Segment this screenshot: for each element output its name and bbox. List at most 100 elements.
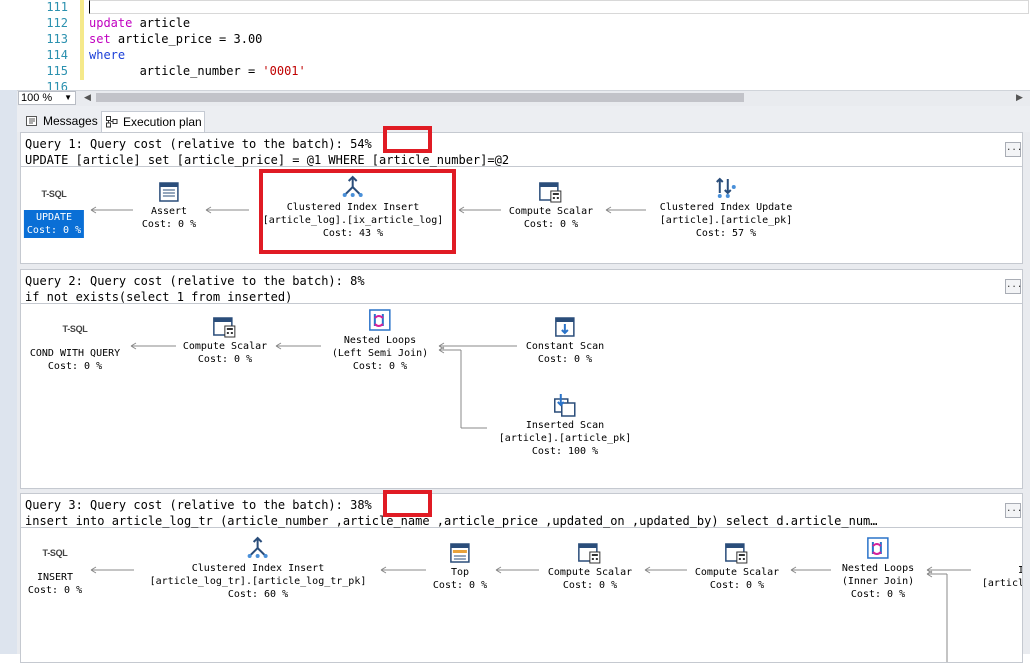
plan-node-update[interactable]: T-SQL UPDATE Cost: 0 %	[23, 188, 85, 238]
plan-node-compute-scalar[interactable]: Compute Scalar Cost: 0 %	[695, 542, 779, 592]
nested-loops-icon	[369, 309, 391, 331]
messages-icon	[26, 116, 37, 126]
line-number: 112	[46, 16, 68, 30]
chevron-down-icon: ▼	[64, 93, 72, 102]
code-text: article_number =	[139, 64, 263, 78]
compute-scalar-icon	[213, 317, 236, 338]
line-number: 116	[46, 80, 68, 90]
node-name: UPDATE	[35, 212, 73, 223]
nested-loops-icon	[867, 537, 889, 559]
clustered-index-insert-icon	[248, 536, 268, 558]
node-name: Clustered Index Update	[659, 202, 793, 213]
plan-node-clustered-index-insert[interactable]: Clustered Index Insert [article_log_tr].…	[149, 536, 367, 601]
left-margin-strip	[0, 0, 18, 654]
scroll-left-icon[interactable]: ◀	[84, 92, 91, 103]
node-cost: Cost: 0 %	[352, 361, 408, 372]
plan-node-compute-scalar[interactable]: Compute Scalar Cost: 0 %	[509, 181, 593, 231]
node-join-type: (Inner Join)	[841, 576, 915, 587]
sql-keyword: where	[89, 48, 126, 62]
plan-node-cutoff[interactable]: I [articl	[978, 564, 1023, 590]
node-name: Compute Scalar	[508, 206, 594, 217]
tab-execution-plan[interactable]: Execution plan	[101, 111, 205, 132]
query-plan-2: Query 2: Query cost (relative to the bat…	[20, 269, 1023, 489]
node-name: Nested Loops	[343, 335, 417, 346]
code-text: article_price = 3.00	[110, 32, 263, 46]
compute-scalar-icon	[539, 182, 562, 203]
tab-label: Execution plan	[123, 115, 202, 129]
node-object: [articl	[981, 578, 1023, 589]
sql-keyword: update	[89, 16, 133, 30]
node-name: Compute Scalar	[547, 567, 633, 578]
node-cost: Cost: 57 %	[695, 228, 757, 239]
zoom-select[interactable]: 100 % ▼	[18, 91, 76, 105]
line-number: 113	[46, 32, 68, 46]
node-cost: Cost: 100 %	[531, 446, 599, 457]
sql-editor[interactable]: 111 112 113 114 115 116 update article s…	[0, 0, 1030, 90]
query-plan-1: Query 1: Query cost (relative to the bat…	[20, 132, 1023, 264]
tsql-icon: T-SQL	[62, 324, 88, 334]
constant-scan-icon	[555, 317, 575, 337]
highlight-box-clustered-index-insert	[259, 169, 456, 254]
node-cost: Cost: 60 %	[227, 589, 289, 600]
node-name: COND WITH QUERY	[29, 348, 121, 359]
node-cost: Cost: 0 %	[141, 219, 197, 230]
line-number: 111	[46, 0, 68, 14]
code-line[interactable]: set article_price = 3.00	[89, 32, 262, 46]
scroll-right-icon[interactable]: ▶	[1016, 92, 1023, 103]
execution-plan-pane[interactable]: Query 1: Query cost (relative to the bat…	[17, 132, 1030, 663]
node-cost: Cost: 0 %	[537, 354, 593, 365]
node-name: I	[978, 564, 1022, 577]
horizontal-scrollbar-thumb[interactable]	[96, 93, 744, 102]
line-number: 114	[46, 48, 68, 62]
changed-line-marker	[80, 16, 84, 32]
node-object: [article].[article_pk]	[659, 215, 793, 226]
plan-node-nested-loops[interactable]: Nested Loops (Inner Join) Cost: 0 %	[842, 536, 914, 601]
changed-line-marker	[80, 48, 84, 64]
node-object: [article_log_tr].[article_log_tr_pk]	[149, 576, 367, 587]
node-cost: Cost: 0 %	[850, 589, 906, 600]
node-object: [article].[article_pk]	[498, 433, 632, 444]
plan-node-assert[interactable]: Assert Cost: 0 %	[142, 181, 196, 231]
plan-node-inserted-scan[interactable]: Inserted Scan [article].[article_pk] Cos…	[499, 393, 631, 458]
assert-icon	[159, 182, 179, 202]
tsql-icon: T-SQL	[41, 189, 67, 199]
node-name: Nested Loops	[841, 563, 915, 574]
code-line[interactable]: where	[89, 48, 125, 62]
zoom-value: 100 %	[21, 92, 53, 104]
inserted-scan-icon	[554, 394, 576, 417]
plan-node-compute-scalar[interactable]: Compute Scalar Cost: 0 %	[548, 542, 632, 592]
changed-line-marker	[80, 32, 84, 48]
node-name: Top	[450, 567, 470, 578]
code-line[interactable]: update article	[89, 16, 190, 30]
node-cost: Cost: 0 %	[709, 580, 765, 591]
node-name: Assert	[150, 206, 188, 217]
tab-label: Messages	[43, 114, 98, 128]
sql-keyword: set	[89, 32, 111, 46]
plan-node-cond-with-query[interactable]: T-SQL COND WITH QUERY Cost: 0 %	[30, 323, 120, 373]
node-join-type: (Left Semi Join)	[331, 348, 429, 359]
plan-node-top[interactable]: Top Cost: 0 %	[433, 542, 487, 592]
node-name: Constant Scan	[525, 341, 605, 352]
current-line-highlight	[89, 0, 1029, 14]
sql-string: '0001'	[262, 64, 306, 78]
plan-node-clustered-index-update[interactable]: Clustered Index Update [article].[articl…	[660, 175, 792, 240]
clustered-index-update-icon	[716, 177, 736, 198]
tab-messages[interactable]: Messages	[22, 111, 98, 132]
node-name: INSERT	[36, 572, 74, 583]
query-plan-3: Query 3: Query cost (relative to the bat…	[20, 493, 1023, 663]
node-cost: Cost: 0 %	[197, 354, 253, 365]
node-cost: Cost: 0 %	[26, 225, 82, 236]
plan-node-nested-loops[interactable]: Nested Loops (Left Semi Join) Cost: 0 %	[332, 308, 428, 373]
code-line[interactable]: article_number = '0001'	[89, 64, 306, 78]
node-cost: Cost: 0 %	[523, 219, 579, 230]
tsql-icon: T-SQL	[42, 548, 68, 558]
top-icon	[450, 543, 470, 563]
changed-line-marker	[80, 64, 84, 80]
node-cost: Cost: 0 %	[27, 585, 83, 596]
code-text: article	[132, 16, 191, 30]
plan-node-compute-scalar[interactable]: Compute Scalar Cost: 0 %	[183, 316, 267, 366]
highlight-box-query3-cost	[383, 490, 432, 517]
plan-node-insert[interactable]: T-SQL INSERT Cost: 0 %	[28, 547, 82, 597]
node-cost: Cost: 0 %	[432, 580, 488, 591]
plan-node-constant-scan[interactable]: Constant Scan Cost: 0 %	[526, 316, 604, 366]
